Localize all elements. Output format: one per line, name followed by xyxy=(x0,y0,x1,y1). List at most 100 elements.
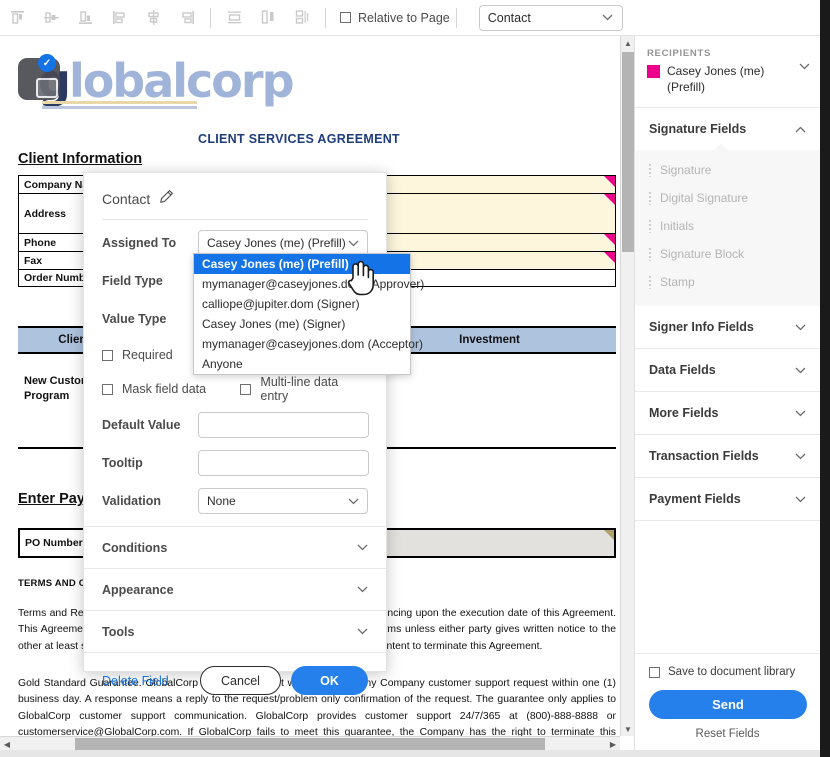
validation-select[interactable]: None xyxy=(198,488,368,514)
drag-handle-icon[interactable] xyxy=(649,275,651,289)
accordion-title: Signature Fields xyxy=(649,122,747,137)
match-size-icon[interactable] xyxy=(285,3,319,33)
section-appearance[interactable]: Appearance xyxy=(84,568,386,610)
field-item-signature-block[interactable]: Signature Block xyxy=(635,240,820,268)
recipient-color-swatch xyxy=(647,65,660,78)
default-value-input[interactable] xyxy=(198,412,369,438)
vertical-scroll-thumb[interactable] xyxy=(622,52,634,252)
align-left-icon[interactable] xyxy=(102,3,136,33)
chevron-down-icon xyxy=(602,14,613,21)
scroll-right-arrow-icon[interactable]: ▶ xyxy=(606,737,620,751)
accordion-title: More Fields xyxy=(649,406,719,421)
drag-handle-icon[interactable] xyxy=(649,219,651,233)
assigned-to-dropdown-list[interactable]: Casey Jones (me) (Prefill) mymanager@cas… xyxy=(193,253,424,375)
mask-field-data-checkbox[interactable]: Mask field data xyxy=(102,382,240,396)
tooltip-label: Tooltip xyxy=(102,456,143,470)
dropdown-option[interactable]: mymanager@caseyjones.dom (Acceptor) xyxy=(194,334,423,354)
field-corner-marker xyxy=(604,530,614,540)
align-bottom-icon[interactable] xyxy=(68,3,102,33)
multi-line-data-entry-checkbox[interactable]: Multi-line data entry xyxy=(240,375,368,403)
drag-handle-icon[interactable] xyxy=(649,247,651,261)
accordion-more-fields[interactable]: More Fields xyxy=(635,392,820,434)
accordion-transaction-fields[interactable]: Transaction Fields xyxy=(635,435,820,477)
align-middle-horizontal-icon[interactable] xyxy=(34,3,68,33)
cancel-button[interactable]: Cancel xyxy=(200,666,281,695)
toolbar-divider-3 xyxy=(455,7,457,28)
section-title: Tools xyxy=(102,624,135,639)
document-horizontal-scrollbar[interactable]: ◀ ▶ xyxy=(0,736,620,750)
align-center-vertical-icon[interactable] xyxy=(136,3,170,33)
chevron-down-icon xyxy=(795,367,806,374)
accordion-data-fields[interactable]: Data Fields xyxy=(635,349,820,391)
fields-sidebar: RECIPIENTS Casey Jones (me) (Prefill) Si… xyxy=(634,36,820,750)
chevron-down-icon xyxy=(795,453,806,460)
logo-letters-rest: lobalcorp xyxy=(68,54,295,108)
tooltip-input[interactable] xyxy=(198,450,369,476)
sidebar-footer: Save to document library Send Reset Fiel… xyxy=(635,653,820,750)
validation-label: Validation xyxy=(102,494,162,508)
checkbox-box-icon xyxy=(340,12,351,23)
scroll-up-arrow-icon[interactable]: ▲ xyxy=(621,36,635,50)
delete-field-link[interactable]: Delete Field xyxy=(102,674,190,688)
logo-wordmark: globalcorp xyxy=(38,54,295,108)
tooltip-row: Tooltip xyxy=(84,444,386,482)
checkbox-box-icon xyxy=(649,666,660,678)
save-to-library-checkbox[interactable]: Save to document library xyxy=(649,666,806,678)
required-checkbox[interactable]: Required xyxy=(102,348,173,362)
dropdown-option[interactable]: Casey Jones (me) (Signer) xyxy=(194,314,410,334)
validation-row: Validation None xyxy=(84,482,386,520)
chevron-down-icon xyxy=(357,544,368,551)
field-properties-dialog: Contact Assigned To Casey Jones (me) (Pr… xyxy=(83,172,387,695)
section-tools[interactable]: Tools xyxy=(84,610,386,652)
chevron-down-icon[interactable] xyxy=(799,63,810,70)
acrobat-sign-authoring-window: Relative to Page Contact globalcorp ✓ CL… xyxy=(0,0,830,757)
dropdown-option[interactable]: calliope@jupiter.dom (Signer) xyxy=(194,294,410,314)
field-item-digital-signature[interactable]: Digital Signature xyxy=(635,184,820,212)
align-right-icon[interactable] xyxy=(170,3,204,33)
save-to-library-label: Save to document library xyxy=(668,666,796,678)
recipient-name: Casey Jones (me) (Prefill) xyxy=(667,64,765,95)
field-item-signature[interactable]: Signature xyxy=(635,156,820,184)
accordion-title: Data Fields xyxy=(649,363,716,378)
recipient-corner-marker xyxy=(604,194,615,205)
accordion-payment-fields[interactable]: Payment Fields xyxy=(635,478,820,520)
send-button[interactable]: Send xyxy=(649,690,807,719)
mask-multiline-row: Mask field data Multi-line data entry xyxy=(84,372,386,406)
field-type-select[interactable]: Contact xyxy=(478,4,623,31)
field-item-label: Signature xyxy=(660,163,712,178)
drag-handle-icon[interactable] xyxy=(649,163,651,177)
window-right-edge xyxy=(820,0,830,757)
distribute-vertical-icon[interactable] xyxy=(217,3,251,33)
chevron-down-icon xyxy=(795,410,806,417)
horizontal-scroll-thumb[interactable] xyxy=(75,738,545,750)
dropdown-option[interactable]: Anyone xyxy=(194,354,410,374)
relative-to-page-checkbox[interactable]: Relative to Page xyxy=(340,11,450,25)
checkbox-box-icon xyxy=(240,383,252,395)
distribute-horizontal-icon[interactable] xyxy=(251,3,285,33)
field-item-stamp[interactable]: Stamp xyxy=(635,268,820,296)
multi-line-data-entry-label: Multi-line data entry xyxy=(260,375,339,403)
drag-handle-icon[interactable] xyxy=(649,191,651,205)
field-item-label: Initials xyxy=(660,219,695,234)
scroll-down-arrow-icon[interactable]: ▼ xyxy=(621,722,635,736)
document-title: CLIENT SERVICES AGREEMENT xyxy=(198,132,400,146)
field-item-initials[interactable]: Initials xyxy=(635,212,820,240)
accordion-signer-info-fields[interactable]: Signer Info Fields xyxy=(635,306,820,348)
dropdown-option[interactable]: Casey Jones (me) (Prefill) xyxy=(194,254,410,274)
scroll-left-arrow-icon[interactable]: ◀ xyxy=(0,737,14,751)
reset-fields-link[interactable]: Reset Fields xyxy=(649,728,806,740)
ok-button[interactable]: OK xyxy=(291,666,368,695)
validation-value: None xyxy=(207,494,236,508)
globalcorp-logo: globalcorp ✓ xyxy=(10,48,610,114)
recipient-selector[interactable]: Casey Jones (me) (Prefill) xyxy=(635,62,820,107)
document-vertical-scrollbar[interactable]: ▲ ▼ xyxy=(620,36,634,736)
toolbar-divider-1 xyxy=(210,7,211,28)
pencil-icon[interactable] xyxy=(159,189,174,209)
align-top-icon[interactable] xyxy=(0,3,34,33)
accordion-title: Payment Fields xyxy=(649,492,741,507)
recipient-corner-marker xyxy=(604,234,615,245)
checkbox-box-icon xyxy=(102,383,113,395)
default-value-label: Default Value xyxy=(102,418,181,432)
section-conditions[interactable]: Conditions xyxy=(84,526,386,568)
dropdown-option[interactable]: mymanager@caseyjones.dom (Approver) xyxy=(194,274,424,294)
